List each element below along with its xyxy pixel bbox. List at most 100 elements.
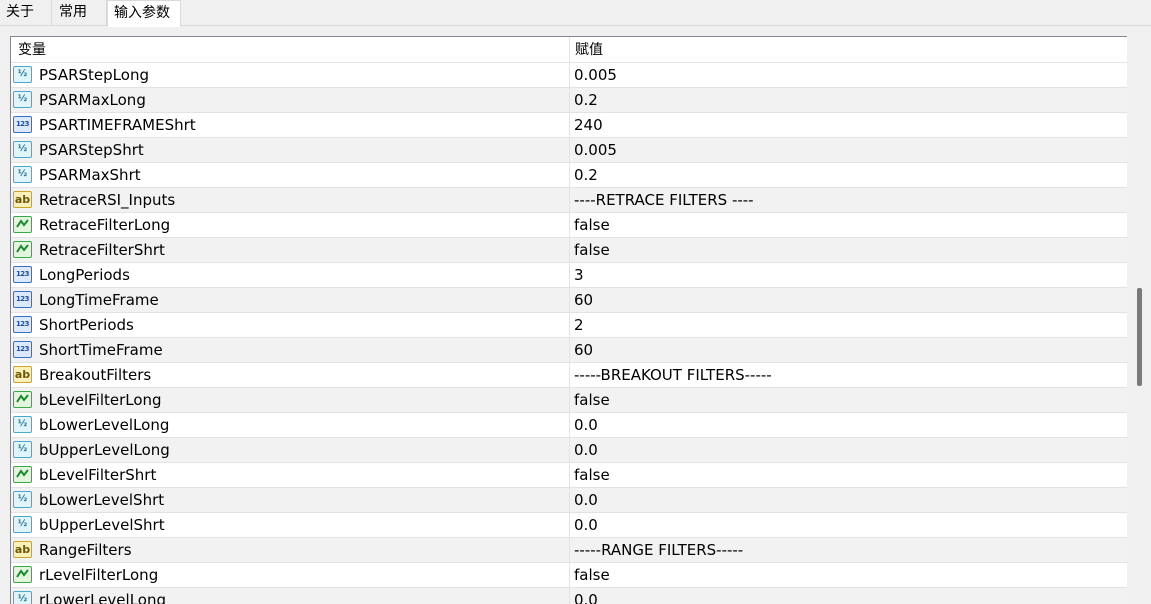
parameter-name-cell[interactable]: 123 ShortTimeFrame xyxy=(11,338,570,362)
table-row[interactable]: ½ bUpperLevelLong 0.0 xyxy=(11,438,1127,463)
parameter-value-cell[interactable]: 0.2 xyxy=(570,88,1127,112)
double-icon: ½ xyxy=(13,166,32,183)
bool-icon xyxy=(13,241,32,258)
table-row[interactable]: ½ rLowerLevelLong 0.0 xyxy=(11,588,1127,604)
parameter-name-cell[interactable]: bLevelFilterLong xyxy=(11,388,570,412)
table-row[interactable]: ½ bLowerLevelShrt 0.0 xyxy=(11,488,1127,513)
parameter-name: PSARStepLong xyxy=(39,66,149,84)
parameter-name: bLevelFilterLong xyxy=(39,391,162,409)
table-row[interactable]: ab RangeFilters -----RANGE FILTERS----- xyxy=(11,538,1127,563)
table-row[interactable]: ½ PSARMaxShrt 0.2 xyxy=(11,163,1127,188)
string-icon: ab xyxy=(13,366,32,383)
parameter-value-cell[interactable]: false xyxy=(570,388,1127,412)
parameter-name: RetraceFilterShrt xyxy=(39,241,165,259)
parameter-name-cell[interactable]: ½ bUpperLevelShrt xyxy=(11,513,570,537)
parameter-name-cell[interactable]: bLevelFilterShrt xyxy=(11,463,570,487)
parameter-value-cell[interactable]: 240 xyxy=(570,113,1127,137)
parameter-value-cell[interactable]: 0.0 xyxy=(570,488,1127,512)
parameter-name-cell[interactable]: RetraceFilterLong xyxy=(11,213,570,237)
parameter-value-cell[interactable]: false xyxy=(570,213,1127,237)
parameter-name-cell[interactable]: ½ bLowerLevelShrt xyxy=(11,488,570,512)
string-icon: ab xyxy=(13,541,32,558)
parameter-value-cell[interactable]: 0.0 xyxy=(570,588,1127,604)
parameters-grid: 变量 赋值 ½ PSARStepLong 0.005 ½ PSARMaxLong 0.2 1… xyxy=(10,36,1151,604)
table-row[interactable]: ½ PSARStepShrt 0.005 xyxy=(11,138,1127,163)
parameter-value-cell[interactable]: 2 xyxy=(570,313,1127,337)
parameter-value-cell[interactable]: -----BREAKOUT FILTERS----- xyxy=(570,363,1127,387)
parameter-name-cell[interactable]: rLevelFilterLong xyxy=(11,563,570,587)
parameter-value-cell[interactable]: 0.0 xyxy=(570,413,1127,437)
tab-inputs[interactable]: 输入参数 xyxy=(107,0,181,27)
parameter-value-cell[interactable]: false xyxy=(570,563,1127,587)
bool-icon xyxy=(13,216,32,233)
parameter-value-cell[interactable]: -----RANGE FILTERS----- xyxy=(570,538,1127,562)
parameter-value-cell[interactable]: false xyxy=(570,238,1127,262)
parameter-value-cell[interactable]: 0.0 xyxy=(570,513,1127,537)
column-header-value[interactable]: 赋值 xyxy=(570,37,1127,62)
double-icon: ½ xyxy=(13,66,32,83)
parameter-value-cell[interactable]: ----RETRACE FILTERS ---- xyxy=(570,188,1127,212)
parameter-name: LongPeriods xyxy=(39,266,130,284)
parameter-name-cell[interactable]: RetraceFilterShrt xyxy=(11,238,570,262)
parameter-name: RangeFilters xyxy=(39,541,132,559)
parameter-name-cell[interactable]: ½ bLowerLevelLong xyxy=(11,413,570,437)
tab-about[interactable]: 关于 xyxy=(0,0,52,26)
table-row[interactable]: bLevelFilterShrt false xyxy=(11,463,1127,488)
double-icon: ½ xyxy=(13,141,32,158)
double-icon: ½ xyxy=(13,516,32,533)
parameter-name: PSARMaxLong xyxy=(39,91,146,109)
parameter-name-cell[interactable]: ab RetraceRSI_Inputs xyxy=(11,188,570,212)
parameter-name-cell[interactable]: 123 LongPeriods xyxy=(11,263,570,287)
table-row[interactable]: bLevelFilterLong false xyxy=(11,388,1127,413)
column-header-variable[interactable]: 变量 xyxy=(11,37,570,62)
scrollbar-thumb[interactable] xyxy=(1137,288,1142,386)
bool-icon xyxy=(13,391,32,408)
table-row[interactable]: 123 PSARTIMEFRAMEShrt 240 xyxy=(11,113,1127,138)
table-row[interactable]: 123 LongTimeFrame 60 xyxy=(11,288,1127,313)
parameter-value-cell[interactable]: 0.2 xyxy=(570,163,1127,187)
parameter-value-cell[interactable]: 0.005 xyxy=(570,138,1127,162)
parameter-value-cell[interactable]: 0.005 xyxy=(570,63,1127,87)
table-row[interactable]: ab BreakoutFilters -----BREAKOUT FILTERS--… xyxy=(11,363,1127,388)
tab-common[interactable]: 常用 xyxy=(53,0,107,26)
parameter-value-cell[interactable]: false xyxy=(570,463,1127,487)
table-row[interactable]: ab RetraceRSI_Inputs ----RETRACE FILTERS -… xyxy=(11,188,1127,213)
parameter-name-cell[interactable]: ½ PSARMaxLong xyxy=(11,88,570,112)
parameter-name: PSARStepShrt xyxy=(39,141,144,159)
parameter-name: rLevelFilterLong xyxy=(39,566,159,584)
parameter-name-cell[interactable]: ½ PSARStepLong xyxy=(11,63,570,87)
table-row[interactable]: ½ bUpperLevelShrt 0.0 xyxy=(11,513,1127,538)
table-row[interactable]: ½ PSARStepLong 0.005 xyxy=(11,63,1127,88)
parameter-name-cell[interactable]: 123 ShortPeriods xyxy=(11,313,570,337)
parameter-value-cell[interactable]: 60 xyxy=(570,338,1127,362)
parameter-name-cell[interactable]: 123 PSARTIMEFRAMEShrt xyxy=(11,113,570,137)
table-row[interactable]: ½ bLowerLevelLong 0.0 xyxy=(11,413,1127,438)
tab-bar: 关于 常用 输入参数 xyxy=(0,0,1151,27)
parameter-name: PSARTIMEFRAMEShrt xyxy=(39,116,196,134)
parameter-value-cell[interactable]: 60 xyxy=(570,288,1127,312)
table-row[interactable]: RetraceFilterShrt false xyxy=(11,238,1127,263)
parameter-value-cell[interactable]: 3 xyxy=(570,263,1127,287)
double-icon: ½ xyxy=(13,591,32,604)
parameter-name-cell[interactable]: ½ rLowerLevelLong xyxy=(11,588,570,604)
parameter-name: ShortPeriods xyxy=(39,316,134,334)
table-row[interactable]: 123 ShortTimeFrame 60 xyxy=(11,338,1127,363)
parameter-name-cell[interactable]: ab RangeFilters xyxy=(11,538,570,562)
table-row[interactable]: ½ PSARMaxLong 0.2 xyxy=(11,88,1127,113)
parameter-name: ShortTimeFrame xyxy=(39,341,163,359)
parameter-name-cell[interactable]: ½ PSARStepShrt xyxy=(11,138,570,162)
table-row[interactable]: rLevelFilterLong false xyxy=(11,563,1127,588)
integer-icon: 123 xyxy=(13,341,32,358)
bool-icon xyxy=(13,466,32,483)
parameter-name-cell[interactable]: ½ PSARMaxShrt xyxy=(11,163,570,187)
double-icon: ½ xyxy=(13,491,32,508)
table-row[interactable]: RetraceFilterLong false xyxy=(11,213,1127,238)
double-icon: ½ xyxy=(13,441,32,458)
table-row[interactable]: 123 LongPeriods 3 xyxy=(11,263,1127,288)
integer-icon: 123 xyxy=(13,291,32,308)
parameter-value-cell[interactable]: 0.0 xyxy=(570,438,1127,462)
table-row[interactable]: 123 ShortPeriods 2 xyxy=(11,313,1127,338)
parameter-name-cell[interactable]: 123 LongTimeFrame xyxy=(11,288,570,312)
parameter-name-cell[interactable]: ½ bUpperLevelLong xyxy=(11,438,570,462)
parameter-name-cell[interactable]: ab BreakoutFilters xyxy=(11,363,570,387)
